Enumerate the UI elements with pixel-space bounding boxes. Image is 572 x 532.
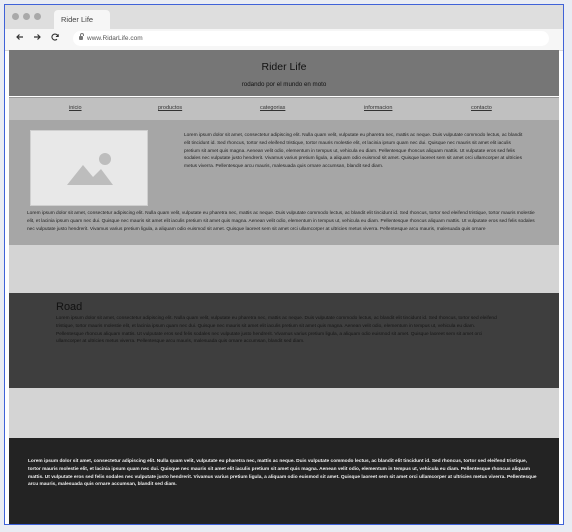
nav-link-informacion[interactable]: informacion — [364, 105, 392, 111]
nav-link-inicio[interactable]: inicio — [69, 105, 82, 111]
spacer-band — [9, 245, 559, 293]
site-header: Rider Life rodando por el mundo en moto — [9, 50, 559, 96]
image-placeholder-icon — [30, 130, 148, 206]
arrow-left-icon[interactable] — [13, 32, 27, 46]
road-section: Road Lorem ipsum dolor sit amet, consect… — [9, 293, 559, 388]
url-text: www.RidarLife.com — [87, 35, 143, 42]
site-title: Rider Life — [261, 61, 307, 73]
nav-link-contacto[interactable]: contacto — [471, 105, 492, 111]
article-side-text: Lorem ipsum dolor sit amet, consectetur … — [184, 133, 523, 170]
page-content: Rider Life rodando por el mundo en moto … — [9, 50, 559, 524]
main-nav: inicio productos categorias informacion … — [9, 97, 559, 121]
tab-bar: Rider Life — [5, 5, 563, 29]
road-heading: Road — [56, 301, 83, 313]
site-subtitle: rodando por el mundo en moto — [241, 81, 327, 88]
browser-tab[interactable]: Rider Life — [54, 10, 110, 29]
article-section: Lorem ipsum dolor sit amet, consectetur … — [9, 120, 559, 245]
arrow-right-icon[interactable] — [30, 32, 44, 46]
close-window-icon[interactable] — [12, 13, 19, 20]
reload-icon[interactable] — [48, 32, 62, 46]
road-text: Lorem ipsum dolor sit amet, consectetur … — [56, 316, 497, 345]
browser-window: Rider Life www.RidarLife.com Rider Life … — [4, 4, 564, 525]
spacer-band — [9, 388, 559, 438]
address-bar-row: www.RidarLife.com — [5, 29, 563, 51]
window-controls — [12, 13, 41, 20]
url-input[interactable]: www.RidarLife.com — [73, 31, 549, 46]
nav-link-categorias[interactable]: categorias — [260, 105, 285, 111]
minimize-window-icon[interactable] — [23, 13, 30, 20]
site-footer: Lorem ipsum dolor sit amet, consectetur … — [9, 438, 559, 524]
nav-link-productos[interactable]: productos — [158, 105, 182, 111]
maximize-window-icon[interactable] — [34, 13, 41, 20]
footer-text: Lorem ipsum dolor sit amet, consectetur … — [28, 459, 537, 488]
article-body-text: Lorem ipsum dolor sit amet, consectetur … — [27, 211, 535, 232]
lock-icon — [79, 33, 84, 40]
